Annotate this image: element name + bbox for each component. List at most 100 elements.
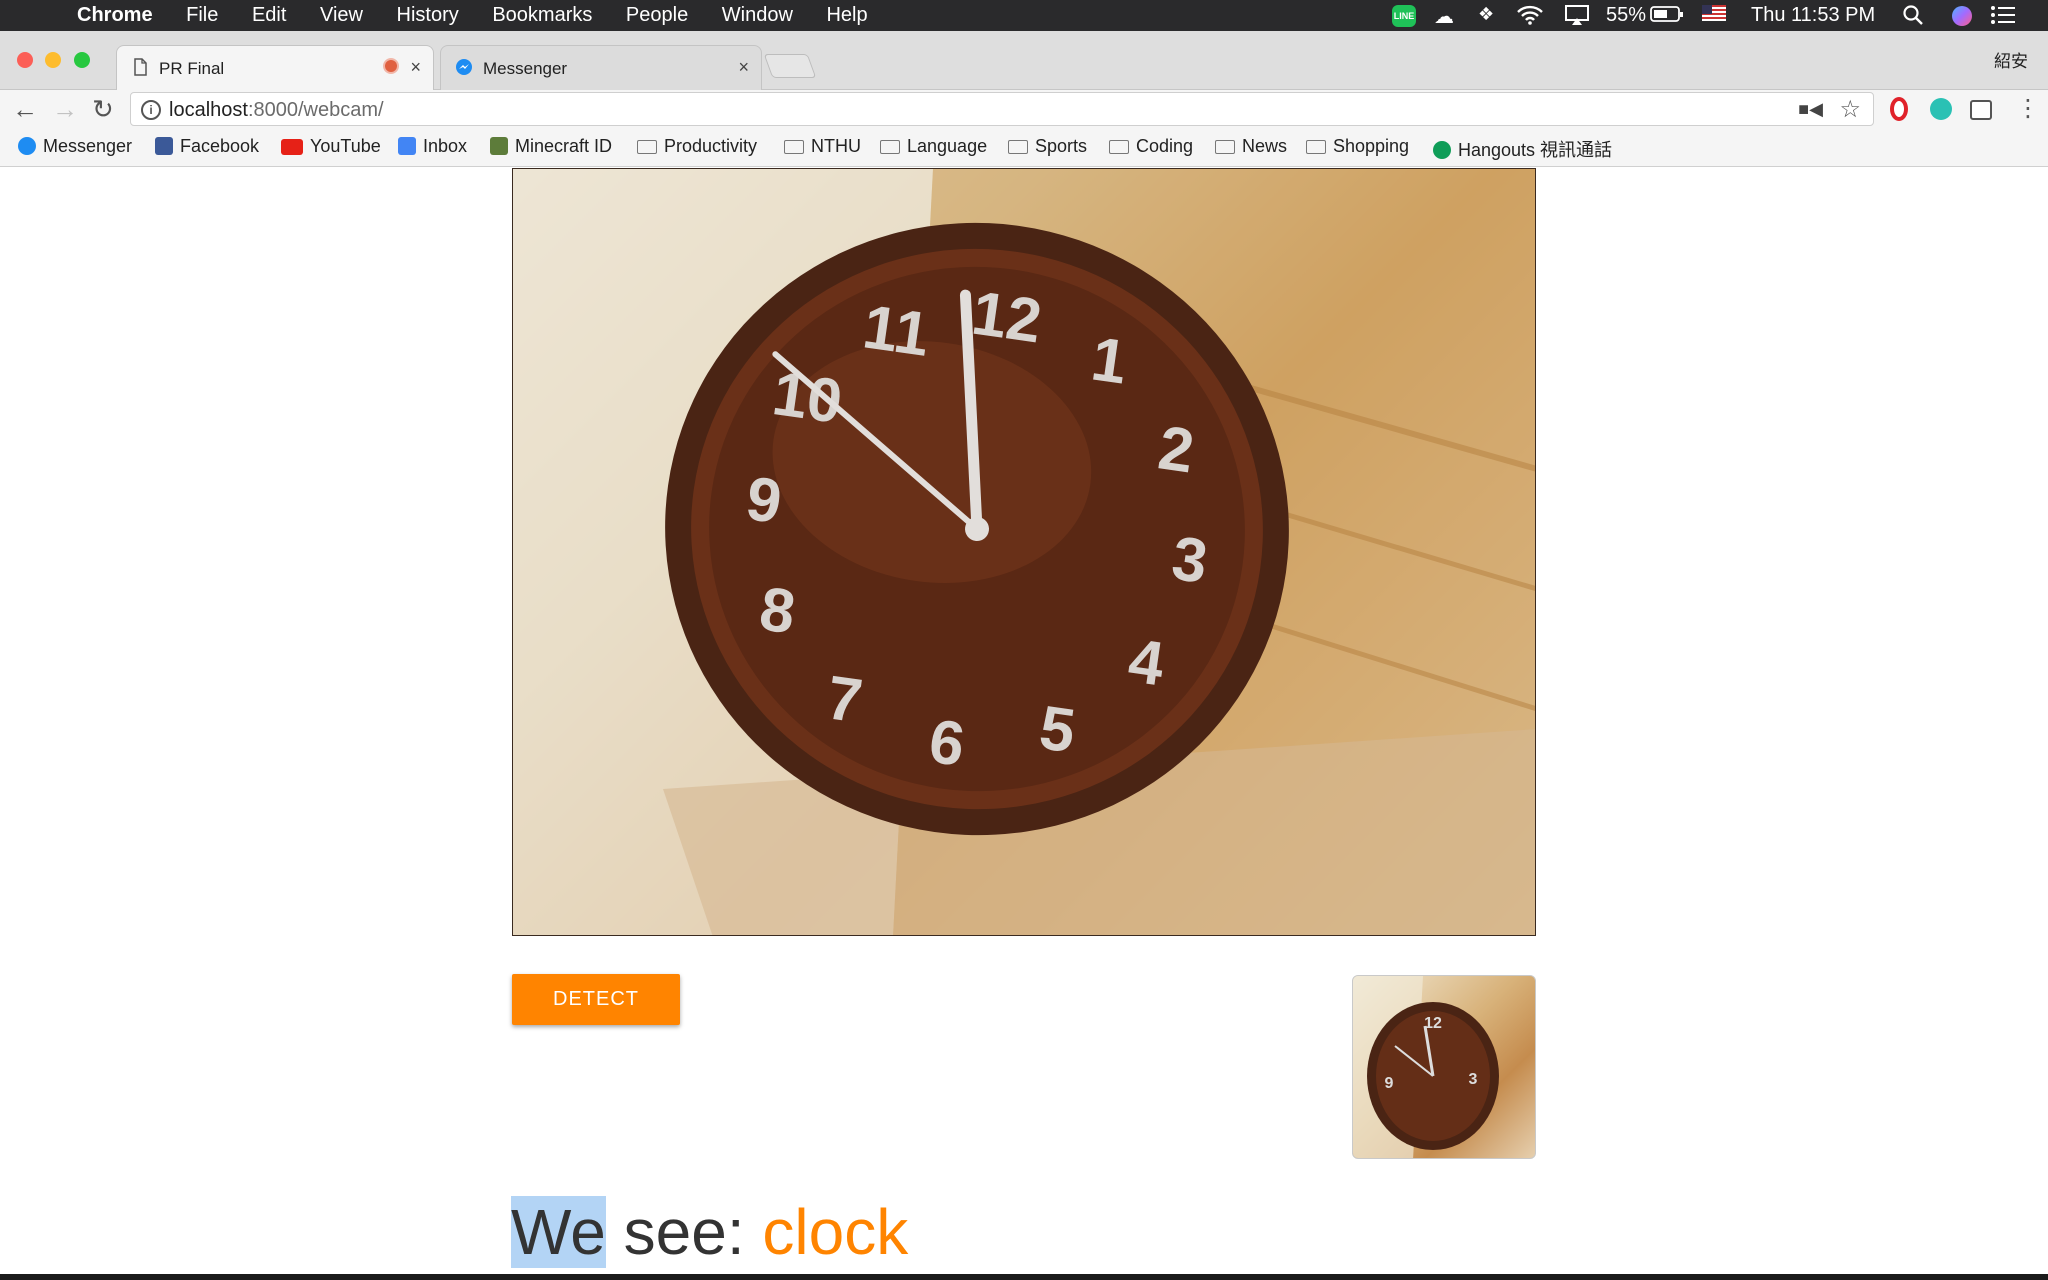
siri-icon[interactable]: [1950, 4, 1974, 34]
bookmark-label: News: [1242, 136, 1288, 156]
tab-messenger[interactable]: Messenger ×: [440, 45, 762, 90]
close-tab-icon[interactable]: ×: [738, 57, 749, 78]
airplay-icon[interactable]: [1564, 4, 1590, 32]
clock-numeral-12: 12: [968, 279, 1046, 357]
clock-image: 121234567891011: [513, 169, 1535, 935]
folder-icon: [1306, 140, 1326, 154]
bookmark-label: Sports: [1035, 136, 1088, 156]
snapshot-numeral-3: 3: [1469, 1071, 1478, 1088]
us-flag-icon[interactable]: [1702, 4, 1726, 27]
bookmark-label: Coding: [1136, 136, 1194, 156]
spotlight-icon[interactable]: [1902, 4, 1924, 32]
macos-menu-bar: Chrome File Edit View History Bookmarks …: [0, 0, 2048, 31]
bookmark-label: Hangouts 視訊通話: [1458, 140, 1613, 160]
close-window-button[interactable]: [17, 52, 33, 68]
creative-cloud-icon[interactable]: ☁: [1434, 4, 1454, 29]
messenger-icon: [456, 59, 472, 75]
bookmark-label: Facebook: [180, 136, 260, 156]
status-area: LINE ☁ ❖ 55% Thu 11:53 PM: [0, 0, 2048, 31]
bookmarks-bar: Messenger Facebook YouTube Inbox Minecra…: [0, 130, 2048, 167]
detection-result: We see: clock: [511, 1195, 908, 1269]
new-tab-button[interactable]: [763, 54, 817, 78]
bookmark-hangouts[interactable]: Hangouts 視訊通話: [1433, 136, 1612, 162]
inbox-icon: [398, 137, 416, 155]
browser-toolbar: ← → ↻ i localhost:8000/webcam/ ■◀ ☆ ⋮: [0, 90, 2048, 130]
clock-numeral-11: 11: [859, 292, 934, 369]
url-host: localhost: [169, 99, 248, 121]
camera-in-use-icon[interactable]: ■◀: [1798, 99, 1823, 120]
folder-icon: [880, 140, 900, 154]
tab-label: Messenger: [483, 59, 568, 78]
detected-object: clock: [762, 1196, 909, 1268]
mail-extension-icon[interactable]: [1970, 100, 1992, 120]
window-bottom-edge: [0, 1274, 2048, 1280]
bookmark-label: YouTube: [310, 136, 381, 156]
zoom-window-button[interactable]: [74, 52, 90, 68]
wifi-icon[interactable]: [1516, 4, 1544, 32]
minimize-window-button[interactable]: [45, 52, 61, 68]
clock-numeral-10: 10: [768, 359, 846, 437]
facebook-icon: [155, 137, 173, 155]
battery-percent: 55%: [1606, 4, 1647, 26]
bookmark-label: Shopping: [1333, 136, 1410, 156]
youtube-icon: [281, 139, 303, 155]
bookmark-folder-nthu[interactable]: NTHU: [784, 136, 861, 157]
folder-icon: [1008, 140, 1028, 154]
folder-icon: [784, 140, 804, 154]
bookmark-facebook[interactable]: Facebook: [155, 136, 259, 157]
grammarly-extension-icon[interactable]: [1930, 98, 1952, 120]
bookmark-folder-coding[interactable]: Coding: [1109, 136, 1193, 157]
tab-strip: PR Final × Messenger × 紹安: [0, 31, 2048, 90]
bookmark-label: Messenger: [43, 136, 133, 156]
dropbox-icon[interactable]: ❖: [1478, 4, 1494, 25]
snapshot-clock-image: 12 9 3: [1353, 976, 1499, 1158]
messenger-icon: [18, 137, 36, 155]
line-icon[interactable]: LINE: [1392, 5, 1416, 27]
bookmark-label: Minecraft ID: [515, 136, 613, 156]
address-bar[interactable]: i localhost:8000/webcam/ ■◀ ☆: [130, 92, 1874, 126]
recording-indicator-icon: [385, 60, 397, 72]
info-icon[interactable]: i: [141, 100, 161, 120]
folder-icon: [1109, 140, 1129, 154]
reload-icon[interactable]: ↻: [92, 94, 114, 125]
bookmark-messenger[interactable]: Messenger: [18, 136, 132, 157]
tab-pr-final[interactable]: PR Final ×: [116, 45, 434, 90]
bookmark-label: Productivity: [664, 136, 758, 156]
bookmark-folder-language[interactable]: Language: [880, 136, 987, 157]
back-icon[interactable]: ←: [12, 94, 38, 125]
close-tab-icon[interactable]: ×: [410, 57, 421, 78]
url-path: :8000/webcam/: [247, 99, 384, 121]
bookmark-star-icon[interactable]: ☆: [1839, 95, 1861, 124]
folder-icon: [1215, 140, 1235, 154]
detect-button[interactable]: DETECT: [512, 974, 680, 1025]
opera-extension-icon[interactable]: [1890, 97, 1908, 121]
hangouts-icon: [1433, 141, 1451, 159]
bookmark-label: Language: [907, 136, 988, 156]
bookmark-folder-shopping[interactable]: Shopping: [1306, 136, 1409, 157]
snapshot-numeral-9: 9: [1385, 1075, 1394, 1092]
menu-clock[interactable]: Thu 11:53 PM: [1751, 4, 1875, 27]
url-text[interactable]: localhost:8000/webcam/: [169, 99, 384, 122]
webcam-video: 12 1 2 3 4 5 6 7 8 9 10 11: [512, 168, 1536, 936]
bookmark-minecraft[interactable]: Minecraft ID: [490, 136, 612, 157]
bookmark-label: NTHU: [811, 136, 861, 156]
result-prefix: see:: [605, 1196, 763, 1268]
bookmark-youtube[interactable]: YouTube: [281, 136, 381, 157]
tab-label: PR Final: [159, 59, 225, 78]
page-icon: [134, 58, 147, 76]
minecraft-icon: [490, 137, 508, 155]
bookmark-inbox[interactable]: Inbox: [398, 136, 467, 157]
forward-icon[interactable]: →: [52, 94, 78, 125]
folder-icon: [637, 140, 657, 154]
profile-name[interactable]: 紹安: [1994, 47, 2028, 72]
bookmark-label: Inbox: [423, 136, 468, 156]
battery-icon[interactable]: [1650, 4, 1684, 30]
chrome-menu-icon[interactable]: ⋮: [2016, 94, 2040, 123]
captured-snapshot: 12 9 3: [1352, 975, 1536, 1159]
bookmark-folder-news[interactable]: News: [1215, 136, 1287, 157]
notification-center-icon[interactable]: [1990, 4, 2016, 32]
bookmark-folder-sports[interactable]: Sports: [1008, 136, 1087, 157]
result-highlight-word: We: [511, 1196, 606, 1268]
bookmark-folder-productivity[interactable]: Productivity: [637, 136, 757, 157]
snapshot-numeral-12: 12: [1424, 1015, 1442, 1032]
